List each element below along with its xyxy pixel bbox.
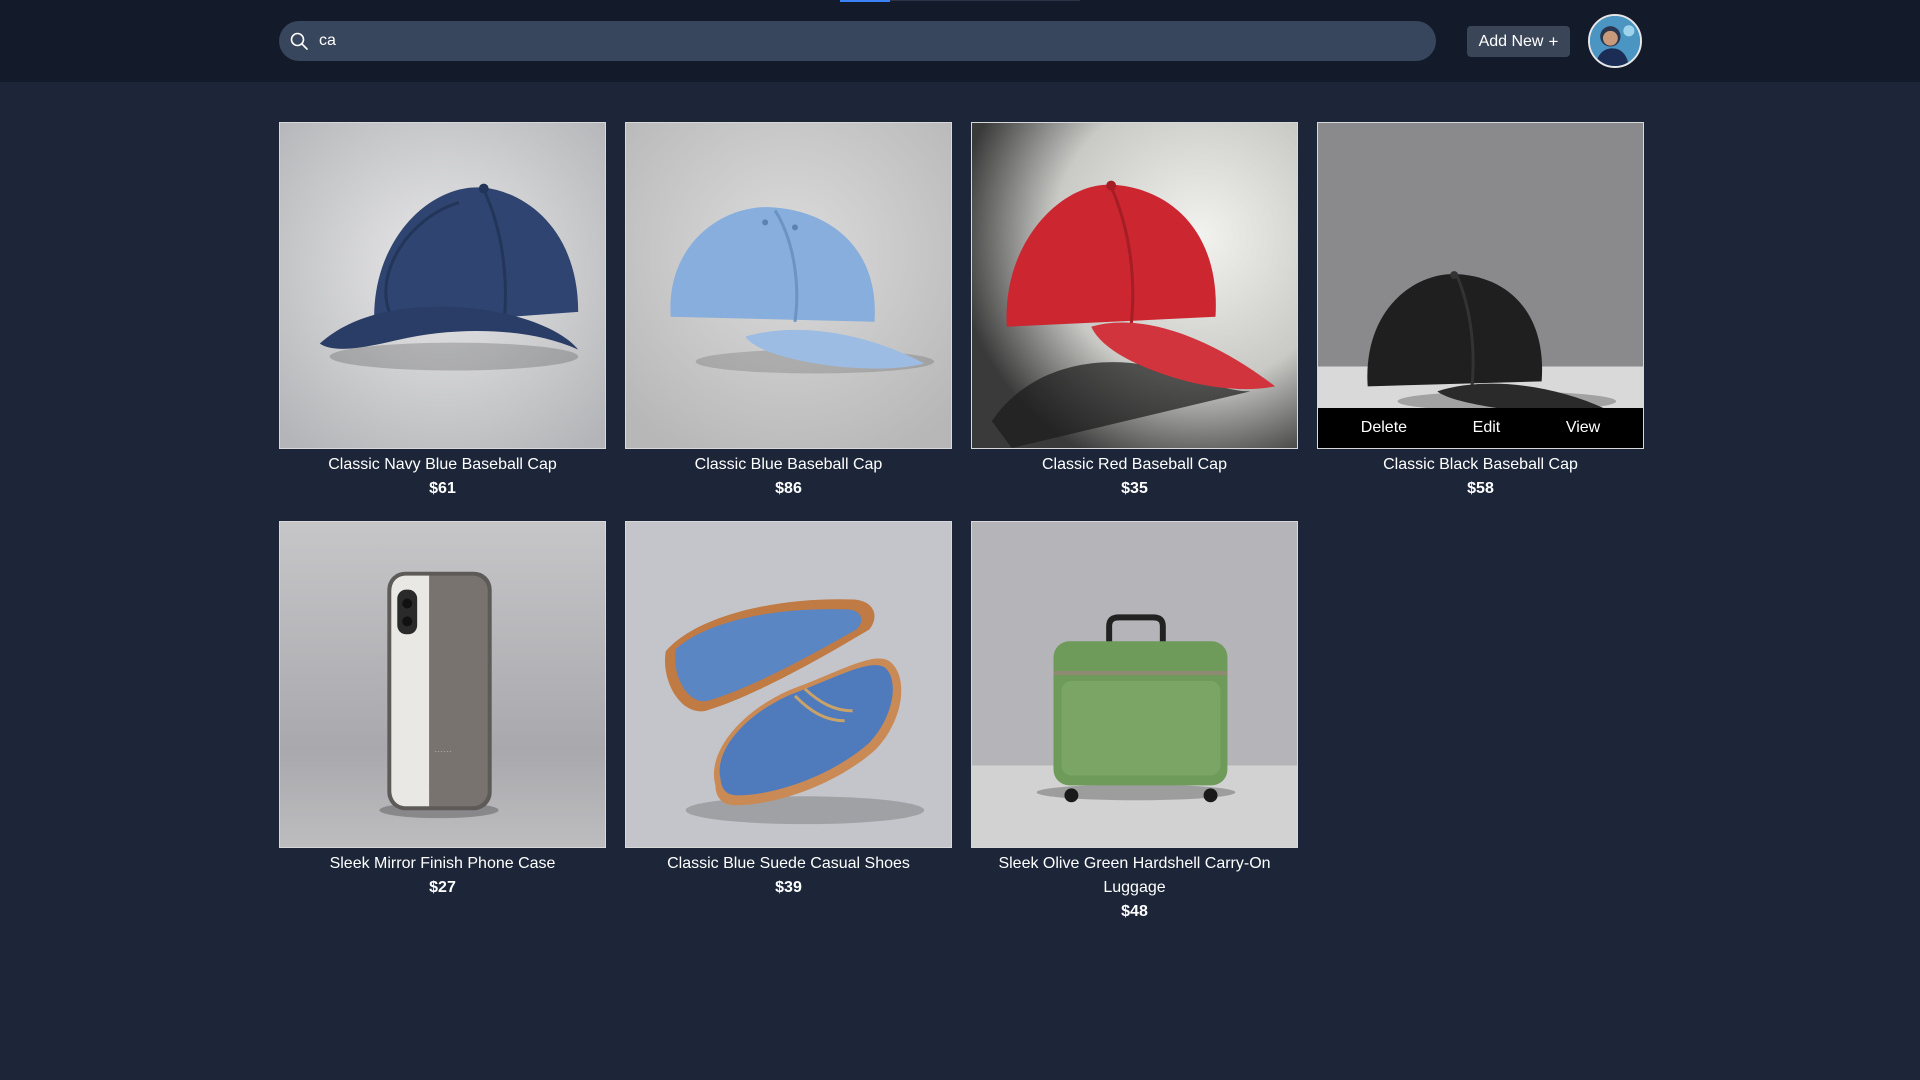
product-card[interactable]: Sleek Olive Green Hardshell Carry-On Lug… bbox=[971, 521, 1298, 924]
view-button[interactable]: View bbox=[1548, 419, 1618, 437]
product-name: Classic Navy Blue Baseball Cap bbox=[328, 456, 557, 473]
search-input[interactable] bbox=[319, 21, 1419, 61]
product-card[interactable]: ------ Sleek Mirror Finish Phone Case $2… bbox=[279, 521, 606, 900]
product-card[interactable]: Classic Blue Baseball Cap $86 bbox=[625, 122, 952, 501]
product-name: Classic Blue Suede Casual Shoes bbox=[667, 855, 910, 872]
product-price: $35 bbox=[1121, 480, 1148, 497]
product-image[interactable] bbox=[625, 122, 952, 449]
svg-text:------: ------ bbox=[434, 749, 452, 755]
add-new-button[interactable]: Add New + bbox=[1467, 26, 1570, 57]
delete-button[interactable]: Delete bbox=[1343, 419, 1425, 437]
tab-track bbox=[890, 0, 1080, 1]
top-navbar: Add New + bbox=[0, 0, 1920, 82]
product-price: $27 bbox=[429, 879, 456, 896]
product-price: $48 bbox=[1121, 903, 1148, 920]
plus-icon: + bbox=[1548, 32, 1559, 51]
active-tab-indicator bbox=[840, 0, 890, 2]
product-price: $61 bbox=[429, 480, 456, 497]
user-avatar[interactable] bbox=[1588, 14, 1642, 68]
product-name: Sleek Mirror Finish Phone Case bbox=[329, 855, 556, 872]
product-card[interactable]: Classic Blue Suede Casual Shoes $39 bbox=[625, 521, 952, 900]
product-card[interactable]: Classic Red Baseball Cap $35 bbox=[971, 122, 1298, 501]
search-bar[interactable] bbox=[279, 21, 1436, 61]
card-action-bar: Delete Edit View bbox=[1318, 408, 1643, 448]
product-name: Classic Black Baseball Cap bbox=[1383, 456, 1578, 473]
product-name: Classic Blue Baseball Cap bbox=[694, 456, 883, 473]
product-image[interactable] bbox=[971, 122, 1298, 449]
product-price: $86 bbox=[775, 480, 802, 497]
product-card[interactable]: Classic Navy Blue Baseball Cap $61 bbox=[279, 122, 606, 501]
product-image[interactable]: Delete Edit View bbox=[1317, 122, 1644, 449]
product-image[interactable]: ------ bbox=[279, 521, 606, 848]
product-name: Sleek Olive Green Hardshell Carry-On Lug… bbox=[998, 855, 1271, 896]
add-new-label: Add New bbox=[1478, 32, 1544, 50]
product-price: $39 bbox=[775, 879, 802, 896]
search-icon bbox=[290, 32, 308, 50]
product-price: $58 bbox=[1467, 480, 1494, 497]
edit-button[interactable]: Edit bbox=[1455, 419, 1519, 437]
product-image[interactable] bbox=[971, 521, 1298, 848]
product-image[interactable] bbox=[625, 521, 952, 848]
product-image[interactable] bbox=[279, 122, 606, 449]
product-card[interactable]: Delete Edit View Classic Black Baseball … bbox=[1317, 122, 1644, 501]
product-name: Classic Red Baseball Cap bbox=[1042, 456, 1227, 473]
